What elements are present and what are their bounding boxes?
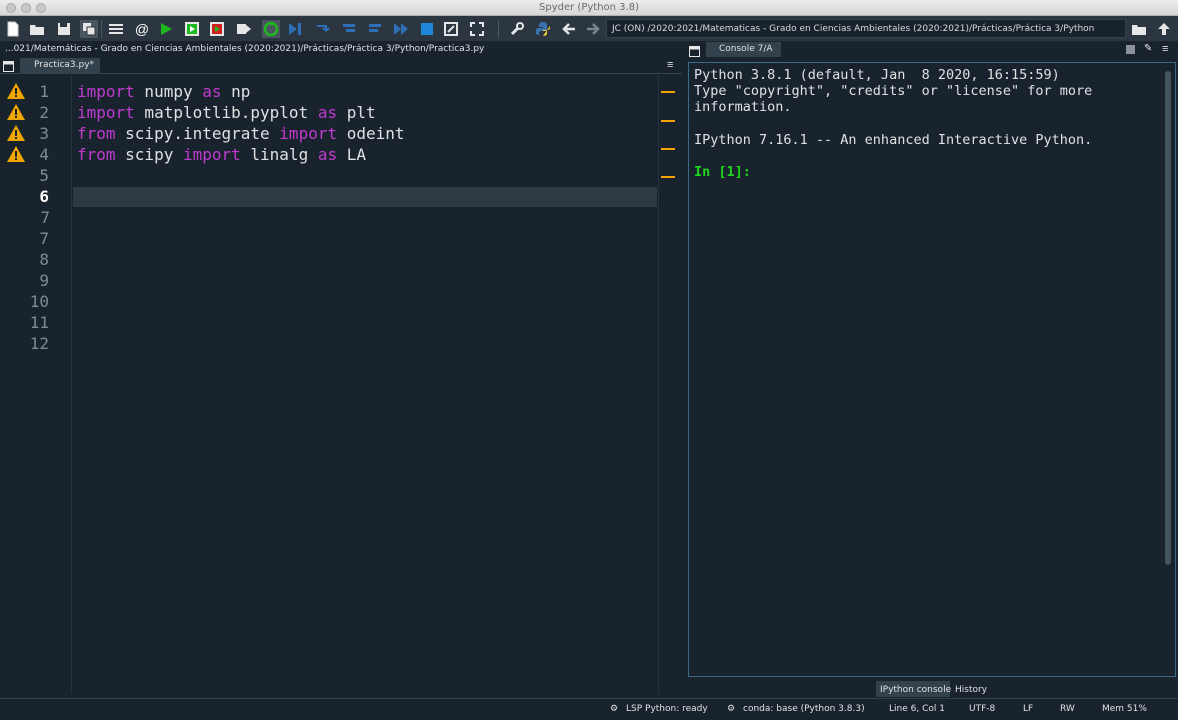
step-icon[interactable] — [313, 20, 331, 38]
code-line[interactable]: import numpy as np — [77, 82, 250, 101]
line-number: 7 — [40, 208, 50, 227]
line-number: 4 — [39, 145, 49, 164]
console-prompt[interactable]: In [1]: — [694, 164, 1092, 180]
line-number: 12 — [29, 334, 49, 353]
tab-label: Practica3.py* — [34, 60, 95, 70]
at-sign-icon[interactable]: @ — [133, 20, 151, 38]
run-cell-advance-icon[interactable] — [208, 20, 226, 38]
browse-consoles-icon[interactable] — [689, 44, 700, 62]
lsp-status: LSP Python: ready — [626, 704, 708, 714]
memory-status: Mem 51% — [1102, 704, 1147, 714]
interrupt-kernel-icon[interactable] — [1126, 45, 1135, 54]
open-file-icon[interactable] — [28, 20, 46, 38]
tab-ipython-console[interactable]: IPython console — [876, 681, 951, 697]
warning-flag-mark[interactable] — [661, 91, 675, 93]
console-tab-label: Console 7/A — [719, 44, 773, 54]
code-editor[interactable]: 1 2 3 4 5 6 7 8 9 10 11 12 7 import nump… — [0, 75, 682, 694]
code-line[interactable]: from scipy.integrate import odeint — [77, 124, 405, 143]
console-output: Python 3.8.1 (default, Jan 8 2020, 16:15… — [694, 67, 1093, 181]
status-bar: ⚙ LSP Python: ready ⚙ conda: base (Pytho… — [0, 698, 1178, 720]
step-into-icon[interactable] — [340, 20, 358, 38]
console-scrollbar[interactable] — [1165, 71, 1171, 565]
conda-status-icon: ⚙ — [727, 704, 736, 714]
console-options-menu-icon[interactable]: ≡ — [1162, 43, 1168, 55]
working-directory-input[interactable]: JC (ON) /2020:2021/Matematicas - Grado e… — [606, 19, 1126, 38]
browse-folder-icon[interactable] — [1130, 20, 1148, 38]
conda-env-status[interactable]: conda: base (Python 3.8.3) — [743, 704, 865, 714]
step-return-icon[interactable] — [366, 20, 384, 38]
run-selection-icon[interactable] — [235, 20, 253, 38]
python-path-icon[interactable] — [534, 20, 552, 38]
permissions-status: RW — [1060, 704, 1075, 714]
line-number: 1 — [39, 82, 49, 101]
code-line[interactable]: from scipy import linalg as LA — [77, 145, 366, 164]
editor-tab-bar: Practica3.py* ≡ — [0, 57, 682, 74]
line-number: 10 — [29, 292, 49, 311]
outline-list-icon[interactable] — [107, 20, 125, 38]
line-number: 11 — [29, 313, 49, 332]
tab-history[interactable]: History — [951, 681, 989, 697]
forward-arrow-icon[interactable] — [584, 20, 602, 38]
console-tab-bar: Console 7/A ✎ ≡ — [686, 42, 1178, 58]
save-icon[interactable] — [55, 20, 73, 38]
cursor-position-status: Line 6, Col 1 — [889, 704, 945, 714]
editor-options-menu-icon[interactable]: ≡ — [667, 59, 673, 71]
line-number: 7 — [39, 229, 49, 248]
line-number: 2 — [39, 103, 49, 122]
debug-icon[interactable] — [286, 20, 304, 38]
rerun-icon[interactable] — [262, 20, 280, 38]
back-arrow-icon[interactable] — [560, 20, 578, 38]
line-number: 8 — [39, 250, 49, 269]
maximize-pane-icon[interactable] — [442, 20, 460, 38]
line-number: 3 — [39, 124, 49, 143]
eol-status: LF — [1023, 704, 1034, 714]
run-cell-icon[interactable] — [183, 20, 201, 38]
save-all-icon[interactable] — [80, 20, 98, 38]
continue-icon[interactable] — [392, 20, 410, 38]
tab-console-7a[interactable]: Console 7/A — [706, 42, 781, 57]
window-title: Spyder (Python 3.8) — [539, 2, 639, 13]
title-bar: Spyder (Python 3.8) — [0, 0, 1178, 16]
line-number: 5 — [39, 166, 49, 185]
main-toolbar: @ JC (ON) /2020:2021/Matematicas - Grado… — [0, 16, 1178, 42]
current-line-number: 6 — [39, 187, 49, 206]
tab-practica3[interactable]: Practica3.py* — [20, 58, 101, 73]
lsp-status-icon: ⚙ — [610, 704, 619, 714]
fullscreen-icon[interactable] — [468, 20, 486, 38]
encoding-status: UTF-8 — [969, 704, 996, 714]
run-icon[interactable] — [157, 20, 175, 38]
preferences-wrench-icon[interactable] — [508, 20, 526, 38]
code-line[interactable]: import matplotlib.pyplot as plt — [77, 103, 376, 122]
warning-flag-mark[interactable] — [661, 148, 675, 150]
current-line-highlight — [73, 187, 657, 207]
editor-file-path: ...021/Matemáticas - Grado en Ciencias A… — [5, 44, 485, 54]
stop-icon[interactable] — [418, 20, 436, 38]
line-number: 9 — [39, 271, 49, 290]
warning-flag-mark[interactable] — [661, 176, 675, 178]
new-file-icon[interactable] — [4, 20, 22, 38]
warning-flag-mark[interactable] — [661, 120, 675, 122]
parent-directory-icon[interactable] — [1155, 20, 1173, 38]
ipython-console[interactable]: Python 3.8.1 (default, Jan 8 2020, 16:15… — [688, 62, 1176, 677]
line-number-gutter: 1 2 3 4 5 6 7 8 9 10 11 12 — [0, 75, 72, 694]
editor-scroll-flag-area[interactable] — [658, 75, 682, 694]
clear-console-icon[interactable]: ✎ — [1144, 43, 1152, 54]
